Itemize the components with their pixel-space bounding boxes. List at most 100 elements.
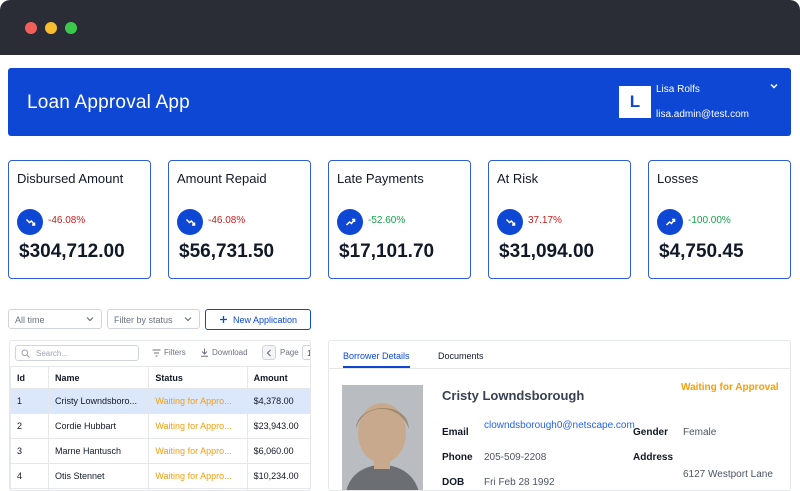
borrower-detail-panel: Borrower Details Documents Cristy Lownds… [328, 340, 791, 491]
applications-list-panel: Search... Filters Download Page 1 Id Nam… [9, 340, 311, 491]
app-header: Loan Approval App L Lisa Rolfs lisa.admi… [8, 68, 791, 136]
stat-title: Disbursed Amount [17, 171, 124, 186]
dob-label: DOB [442, 477, 465, 488]
stat-title: At Risk [497, 171, 539, 186]
cell-amount: $10,234.00 [246, 463, 310, 489]
stat-change: -100.00% [688, 215, 731, 226]
page-number-input[interactable]: 1 [302, 345, 310, 360]
email-label: Email [442, 427, 469, 438]
stat-value: $56,731.50 [179, 241, 275, 262]
search-input[interactable]: Search... [15, 345, 139, 361]
time-filter-select[interactable]: All time [8, 309, 102, 329]
stat-change: -52.60% [368, 215, 406, 226]
column-header-name[interactable]: Name [48, 366, 150, 389]
cell-name: Otis Stennet [48, 463, 150, 489]
search-placeholder: Search... [36, 349, 69, 358]
cell-name: Marne Hantusch [48, 438, 150, 464]
chevron-down-icon [184, 317, 192, 322]
download-icon [201, 348, 208, 357]
stat-change: 37.17% [528, 215, 562, 226]
column-header-id[interactable]: Id [10, 366, 50, 389]
stat-title: Amount Repaid [177, 171, 267, 186]
filter-icon [152, 349, 161, 356]
stat-card: Amount Repaid -46.08% $56,731.50 [168, 160, 311, 279]
stat-value: $4,750.45 [659, 241, 744, 262]
close-window-button[interactable] [25, 22, 37, 34]
stat-value: $31,094.00 [499, 241, 595, 262]
user-email: lisa.admin@test.com [656, 109, 749, 120]
applications-table: Id Name Status Amount 1 Cristy Lowndsboro… [10, 366, 310, 490]
filters-label: Filters [164, 348, 186, 357]
borrower-gender: Female [683, 427, 717, 438]
user-avatar[interactable]: L [619, 86, 651, 118]
page-label: Page [280, 348, 299, 357]
cell-status: Waiting for Appro... [148, 463, 248, 489]
chevron-down-icon [86, 317, 94, 322]
trending-up-icon [657, 209, 683, 235]
tab-borrower-details[interactable]: Borrower Details [343, 351, 410, 368]
new-application-button[interactable]: New Application [205, 309, 311, 330]
column-header-status[interactable]: Status [148, 366, 248, 389]
cell-status: Waiting for Appro... [148, 438, 248, 464]
table-row[interactable]: 3 Marne Hantusch Waiting for Appro... $6,06… [10, 438, 310, 464]
cell-amount: $4,378.00 [246, 388, 310, 414]
stat-value: $17,101.70 [339, 241, 435, 262]
borrower-email-link[interactable]: clowndsborough0@netscape.com [484, 420, 635, 432]
borrower-status-badge: Waiting for Approval [681, 382, 779, 393]
cell-id: 1 [10, 388, 50, 414]
stat-card: At Risk 37.17% $31,094.00 [488, 160, 631, 279]
trending-down-icon [17, 209, 43, 235]
minimize-window-button[interactable] [45, 22, 57, 34]
cell-name: Cristy Lowndsboro... [48, 388, 150, 414]
cell-status: Waiting for Appro... [148, 413, 248, 439]
maximize-window-button[interactable] [65, 22, 77, 34]
gender-label: Gender [633, 427, 669, 438]
app-title: Loan Approval App [27, 92, 190, 113]
borrower-dob: Fri Feb 28 1992 [484, 477, 555, 488]
status-filter-value: Filter by status [114, 315, 173, 325]
trending-down-icon [497, 209, 523, 235]
column-header-amount[interactable]: Amount [246, 366, 310, 389]
time-filter-value: All time [15, 315, 45, 325]
trending-up-icon [337, 209, 363, 235]
table-row[interactable]: 4 Otis Stennet Waiting for Appro... $10,234… [10, 463, 310, 489]
borrower-address: 6127 Westport Lane [683, 469, 773, 480]
tab-documents[interactable]: Documents [438, 351, 484, 366]
address-label: Address [633, 452, 674, 463]
cell-name: Cordie Hubbart [48, 413, 150, 439]
stat-title: Losses [657, 171, 699, 186]
user-name: Lisa Rolfs [656, 84, 700, 95]
phone-label: Phone [442, 452, 473, 463]
stat-value: $304,712.00 [19, 241, 125, 262]
tab-divider [329, 368, 790, 369]
download-label: Download [212, 348, 248, 357]
trending-down-icon [177, 209, 203, 235]
stat-change: -46.08% [208, 215, 246, 226]
stat-card: Late Payments -52.60% $17,101.70 [328, 160, 471, 279]
stat-card: Losses -100.00% $4,750.45 [648, 160, 791, 279]
cell-id: 4 [10, 463, 50, 489]
stat-change: -46.08% [48, 215, 86, 226]
status-filter-select[interactable]: Filter by status [107, 309, 200, 329]
stat-title: Late Payments [337, 171, 424, 186]
chevron-left-icon [266, 349, 271, 356]
borrower-photo [342, 385, 423, 490]
table-header-row: Id Name Status Amount [10, 366, 310, 389]
cell-amount: $23,943.00 [246, 413, 310, 439]
cell-status: Waiting for Appro... [148, 388, 248, 414]
previous-page-button[interactable] [262, 345, 276, 360]
table-row[interactable]: 2 Cordie Hubbart Waiting for Appro... $23,9… [10, 413, 310, 439]
borrower-phone: 205-509-2208 [484, 452, 547, 463]
cell-id: 3 [10, 438, 50, 464]
borrower-name: Cristy Lowndsborough [442, 388, 585, 403]
cell-amount: $6,060.00 [246, 438, 310, 464]
download-button[interactable]: Download [200, 348, 248, 357]
stat-card: Disbursed Amount -46.08% $304,712.00 [8, 160, 151, 279]
chevron-down-icon[interactable] [769, 81, 779, 91]
table-row[interactable]: 1 Cristy Lowndsboro... Waiting for Appro..… [10, 388, 310, 414]
new-application-label: New Application [232, 314, 298, 325]
cell-id: 2 [10, 413, 50, 439]
search-icon [21, 349, 30, 358]
filters-button[interactable]: Filters [152, 348, 186, 357]
plus-icon [219, 316, 227, 323]
